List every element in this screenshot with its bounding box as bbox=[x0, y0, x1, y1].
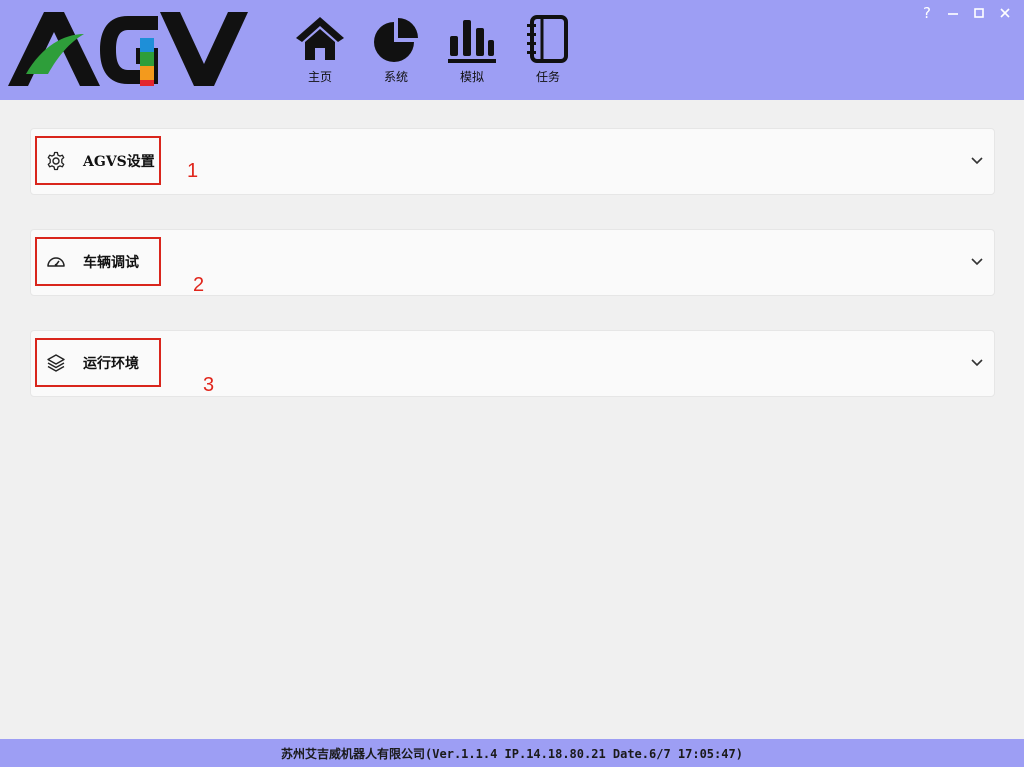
panel-runtime-env-title: 运行环境 bbox=[83, 355, 139, 372]
panel-runtime-env-header: 运行环境 bbox=[35, 338, 161, 387]
nav-home[interactable]: 主页 bbox=[282, 14, 358, 86]
main-nav: 主页 系统 模拟 任务 bbox=[282, 14, 586, 86]
home-icon bbox=[296, 17, 344, 60]
gauge-icon bbox=[45, 251, 67, 273]
chevron-down-icon bbox=[971, 157, 983, 165]
nav-system[interactable]: 系统 bbox=[358, 14, 434, 86]
help-button[interactable]: ? bbox=[914, 2, 940, 24]
annotation-2: 2 bbox=[193, 274, 205, 296]
nav-task-label: 任务 bbox=[535, 70, 560, 84]
minimize-icon bbox=[948, 13, 958, 15]
pie-chart-icon bbox=[374, 18, 418, 62]
panel-runtime-env[interactable]: 运行环境 bbox=[30, 330, 995, 397]
close-button[interactable] bbox=[992, 2, 1018, 24]
nav-simulate-label: 模拟 bbox=[459, 70, 484, 84]
bar-chart-icon bbox=[448, 20, 496, 63]
panel-vehicle-debug[interactable]: 车辆调试 bbox=[30, 229, 995, 296]
annotation-1: 1 bbox=[187, 160, 199, 182]
panel-vehicle-debug-title: 车辆调试 bbox=[83, 254, 139, 271]
status-text: 苏州艾吉威机器人有限公司(Ver.1.1.4 IP.14.18.80.21 Da… bbox=[281, 746, 743, 761]
notebook-icon bbox=[527, 15, 568, 63]
window-controls: ? bbox=[914, 2, 1018, 24]
panel-vehicle-debug-header: 车辆调试 bbox=[35, 237, 161, 286]
app-header: 主页 系统 模拟 任务 ? bbox=[0, 0, 1024, 100]
panel-agvs-settings-header: AGVS设置 bbox=[35, 136, 161, 185]
layers-icon bbox=[45, 352, 67, 374]
nav-system-label: 系统 bbox=[383, 70, 408, 84]
agv-logo bbox=[8, 12, 248, 86]
chevron-down-icon bbox=[971, 359, 983, 367]
status-bar: 苏州艾吉威机器人有限公司(Ver.1.1.4 IP.14.18.80.21 Da… bbox=[0, 739, 1024, 767]
panel-agvs-settings[interactable]: AGVS设置 bbox=[30, 128, 995, 195]
maximize-icon bbox=[974, 8, 984, 18]
chevron-down-icon bbox=[971, 258, 983, 266]
minimize-button[interactable] bbox=[940, 2, 966, 24]
panel-agvs-settings-title: AGVS设置 bbox=[83, 153, 155, 170]
annotation-3: 3 bbox=[203, 374, 215, 396]
maximize-button[interactable] bbox=[966, 2, 992, 24]
gear-icon bbox=[45, 150, 67, 172]
close-icon bbox=[1000, 8, 1010, 18]
nav-home-label: 主页 bbox=[307, 70, 332, 84]
nav-simulate[interactable]: 模拟 bbox=[434, 14, 510, 86]
nav-task[interactable]: 任务 bbox=[510, 14, 586, 86]
